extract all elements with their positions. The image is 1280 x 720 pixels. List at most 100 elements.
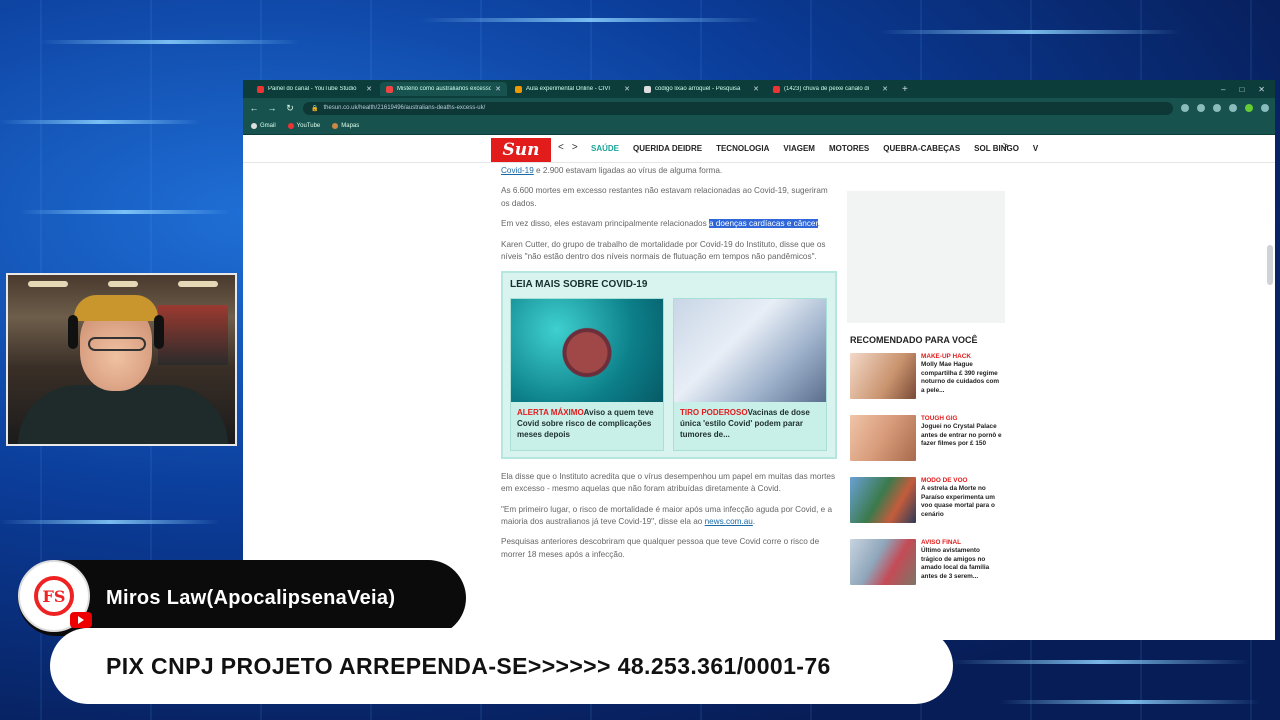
- close-tab-icon[interactable]: ✕: [624, 85, 630, 93]
- nav-item-motores[interactable]: MOTORES: [829, 144, 869, 153]
- browser-window: Painel do canal - YouTube Studio ✕ Misté…: [243, 80, 1275, 640]
- sun-logo[interactable]: Sun: [491, 138, 551, 162]
- nav-items: SAÚDE QUERIDA DEIDRE TECNOLOGIA VIAGEM M…: [591, 144, 1038, 153]
- nav-item-quebra-cabecas[interactable]: QUEBRA-CABEÇAS: [883, 144, 960, 153]
- article-body: Covid-19 e 2.900 estavam ligadas ao víru…: [501, 165, 837, 569]
- rec-text: A estrela da Morte no Paraíso experiment…: [921, 485, 995, 518]
- paragraph: Pesquisas anteriores descobriram que qua…: [501, 537, 820, 559]
- close-tab-icon[interactable]: ✕: [495, 85, 501, 93]
- recommended-item[interactable]: MAKE-UP HACK Molly Mae Hague compartilha …: [847, 351, 1005, 413]
- channel-emblem: FS: [34, 576, 74, 616]
- bookmark-label: Mapas: [341, 123, 360, 129]
- streamer-cap: [74, 295, 158, 321]
- tab-youtube-studio[interactable]: Painel do canal - YouTube Studio ✕: [251, 82, 378, 96]
- close-tab-icon[interactable]: ✕: [366, 85, 372, 93]
- rec-text: Molly Mae Hague compartilha £ 390 regime…: [921, 361, 1000, 394]
- address-bar[interactable]: 🔒 thesun.co.uk/health/21619496/australia…: [303, 101, 1173, 115]
- pix-text: PIX CNPJ PROJETO ARREPENDA-SE>>>>>> 48.2…: [106, 652, 831, 679]
- tab-aula[interactable]: Aula experimental Online - CIVI ✕: [509, 82, 636, 96]
- bookmark-maps[interactable]: Mapas: [332, 123, 359, 129]
- youtube-icon: [257, 85, 264, 93]
- read-more-card[interactable]: ALERTA MÁXIMOAviso a quem teve Covid sob…: [510, 297, 664, 451]
- recommended-section: RECOMENDADO PARA VOCÊ MAKE-UP HACK Molly …: [847, 335, 1005, 599]
- recommended-item[interactable]: TOUGH GIG Joguei no Crystal Palace antes …: [847, 413, 1005, 475]
- tab-title: Aula experimental Online - CIVI: [526, 86, 611, 92]
- nav-item-truncated[interactable]: V: [1033, 144, 1038, 153]
- back-arrow-icon[interactable]: ←: [249, 103, 259, 113]
- new-tab-button[interactable]: +: [902, 84, 908, 95]
- selected-text[interactable]: a doenças cardíacas e câncer: [708, 219, 818, 229]
- read-more-heading: LEIA MAIS SOBRE COVID-19: [510, 279, 648, 291]
- recommended-thumbnail: [850, 477, 916, 523]
- bookmark-gmail[interactable]: Gmail: [251, 123, 276, 129]
- paragraph: As 6.600 mortes em excesso restantes não…: [501, 186, 828, 208]
- bookmark-label: YouTube: [296, 123, 321, 129]
- nav-next-small-button[interactable]: >: [572, 142, 578, 153]
- ad-placeholder: [847, 191, 1005, 323]
- lock-icon: 🔒: [311, 105, 319, 112]
- headphones: [154, 315, 164, 349]
- maximize-button[interactable]: □: [1239, 85, 1244, 94]
- nav-next-button[interactable]: >: [1003, 141, 1009, 152]
- read-more-card[interactable]: TIRO PODEROSOVacinas de dose única 'esti…: [673, 297, 827, 451]
- channel-avatar: FS: [18, 560, 92, 632]
- page-scrollbar[interactable]: [1267, 245, 1273, 285]
- rec-text: Joguei no Crystal Palace antes de entrar…: [921, 423, 1002, 448]
- gmail-icon: [251, 123, 257, 129]
- paragraph-text: "Em primeiro lugar, o risco de mortalida…: [501, 504, 833, 527]
- close-window-button[interactable]: ✕: [1258, 85, 1265, 94]
- star-icon[interactable]: [1213, 104, 1221, 112]
- tab-youtube-video[interactable]: (1423) chuva de peixe canalo di ✕: [767, 82, 894, 96]
- bookmark-youtube[interactable]: YouTube: [287, 123, 321, 129]
- close-tab-icon[interactable]: ✕: [882, 85, 888, 93]
- bookmarks-bar: Gmail YouTube Mapas: [243, 118, 1275, 135]
- profile-icon[interactable]: [1245, 104, 1253, 112]
- rec-text: Último avistamento trágico de amigos no …: [921, 547, 990, 580]
- paragraph: Karen Cutter, do grupo de trabalho de mo…: [501, 239, 826, 262]
- nav-item-saude[interactable]: SAÚDE: [591, 144, 619, 153]
- tab-title: Mistério como australianos excesso: [397, 86, 492, 92]
- tab-title: Painel do canal - YouTube Studio: [268, 86, 357, 92]
- close-tab-icon[interactable]: ✕: [753, 85, 759, 93]
- rec-kicker: TOUGH GIG: [921, 415, 958, 422]
- paragraph: Ela disse que o Instituto acredita que o…: [501, 471, 836, 494]
- virus-image: [511, 298, 663, 402]
- recommended-item[interactable]: AVISO FINAL Último avistamento trágico de…: [847, 537, 1005, 599]
- paragraph: "Em primeiro lugar, o risco de mortalida…: [501, 504, 837, 529]
- browser-toolbar: ← → ↻ 🔒 thesun.co.uk/health/21619496/aus…: [243, 98, 1275, 118]
- channel-name: Miros Law(ApocalipsenaVeia): [106, 586, 396, 609]
- pix-donation-bar: PIX CNPJ PROJETO ARREPENDA-SE>>>>>> 48.2…: [50, 628, 953, 704]
- google-icon: [644, 85, 651, 93]
- news-link[interactable]: news.com.au: [705, 517, 753, 526]
- reload-icon[interactable]: ↻: [285, 103, 295, 114]
- site-navigation: Sun < > SAÚDE QUERIDA DEIDRE TECNOLOGIA …: [243, 135, 1275, 163]
- recommended-thumbnail: [850, 539, 916, 585]
- covid-link[interactable]: Covid-19: [501, 166, 534, 175]
- nav-item-sol-bingo[interactable]: SOL BINGO: [974, 144, 1019, 153]
- tab-strip: Painel do canal - YouTube Studio ✕ Misté…: [243, 80, 1275, 98]
- tab-sun-article[interactable]: Mistério como australianos excesso ✕: [380, 82, 507, 96]
- sun-icon: [386, 85, 393, 93]
- tab-title: (1423) chuva de peixe canalo di: [784, 86, 870, 92]
- translate-icon[interactable]: [1181, 104, 1189, 112]
- tab-search[interactable]: código lixão arroquel - Pesquisa ✕: [638, 82, 765, 96]
- recommended-thumbnail: [850, 353, 916, 399]
- window-controls: – □ ✕: [1221, 85, 1275, 94]
- nav-item-tecnologia[interactable]: TECNOLOGIA: [716, 144, 769, 153]
- background-shelf: [158, 305, 228, 365]
- nav-item-querida-deidre[interactable]: QUERIDA DEIDRE: [633, 144, 702, 153]
- headphones: [68, 315, 78, 349]
- minimize-button[interactable]: –: [1221, 85, 1225, 94]
- share-icon[interactable]: [1197, 104, 1205, 112]
- paragraph-text: .: [752, 517, 756, 527]
- extension-icon[interactable]: [1229, 104, 1237, 112]
- nav-prev-button[interactable]: <: [558, 142, 564, 153]
- forward-arrow-icon[interactable]: →: [267, 103, 277, 113]
- streamer-glasses: [88, 337, 146, 351]
- orange-icon: [515, 85, 522, 93]
- menu-icon[interactable]: [1261, 104, 1269, 112]
- hospital-image: [674, 298, 826, 402]
- youtube-badge-icon: [70, 612, 92, 628]
- recommended-item[interactable]: MODO DE VOO A estrela da Morte no Paraíso…: [847, 475, 1005, 537]
- nav-item-viagem[interactable]: VIAGEM: [783, 144, 815, 153]
